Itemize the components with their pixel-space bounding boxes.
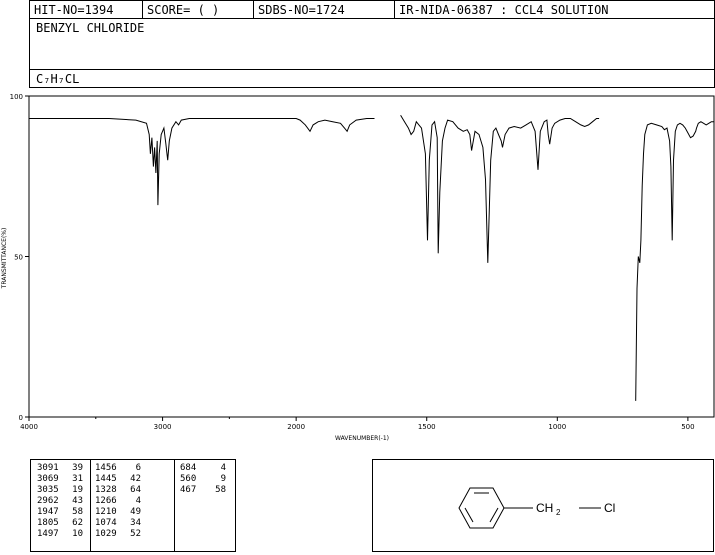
peak-row: 1074 34: [95, 518, 141, 529]
peak-row: 684 4: [180, 463, 226, 474]
x-axis-label: WAVENUMBER(-1): [335, 435, 389, 442]
peak-transmittance: 43: [72, 496, 83, 506]
peak-wavenumber: 1947: [37, 507, 59, 517]
x-tick-label-2000: 2000: [287, 423, 305, 431]
y-tick-label-0: 0: [19, 414, 23, 422]
peak-transmittance: 58: [72, 507, 83, 517]
peak-wavenumber: 560: [180, 474, 197, 484]
peak-transmittance: 34: [130, 518, 141, 528]
peak-row: 560 9: [180, 474, 226, 485]
x-tick-label-1500: 1500: [418, 423, 436, 431]
x-tick-label-1000: 1000: [548, 423, 566, 431]
peak-row: 3069 31: [37, 474, 83, 485]
peak-wavenumber: 1029: [95, 529, 117, 539]
x-tick-label-3000: 3000: [154, 423, 172, 431]
y-tick-label-100: 100: [10, 93, 23, 101]
peak-row: 1805 62: [37, 518, 83, 529]
peak-row: 1266 4: [95, 496, 141, 507]
spectrum-trace-2: [400, 115, 600, 263]
peak-transmittance: 10: [72, 529, 83, 539]
peak-transmittance: 42: [130, 474, 141, 484]
peak-wavenumber: 1266: [95, 496, 117, 506]
peak-column-2: 1456 6 1445 42 1328 64 1266 4 1210 49 1074 34 1029 52: [95, 463, 141, 540]
benzyl-chloride-structure: CH 2 Cl: [458, 487, 615, 529]
y-axis-label: TRANSMITTANCE(%): [1, 228, 8, 290]
peak-column-1: 3091 39 3069 31 3035 19 2962 43 1947 58 1805 62 1497…: [37, 463, 83, 540]
peak-row: 1456 6: [95, 463, 141, 474]
peak-transmittance: 19: [72, 485, 83, 495]
peak-transmittance: 64: [130, 485, 141, 495]
peak-wavenumber: 2962: [37, 496, 59, 506]
peak-transmittance: 4: [135, 496, 141, 506]
spectrum-trace-1: [29, 118, 375, 206]
peak-row: 1947 58: [37, 507, 83, 518]
structure-box: CH 2 Cl: [372, 459, 714, 552]
peak-row: 1445 42: [95, 474, 141, 485]
peak-wavenumber: 1328: [95, 485, 117, 495]
peak-row: 1497 10: [37, 529, 83, 540]
peak-transmittance: 39: [72, 463, 83, 473]
peak-divider-1: [90, 460, 91, 551]
peak-wavenumber: 1445: [95, 474, 117, 484]
y-axis: 100 50 0: [10, 93, 29, 422]
x-tick-label-500: 500: [681, 423, 694, 431]
cl-label: Cl: [604, 501, 615, 515]
peak-wavenumber: 684: [180, 463, 197, 473]
peak-wavenumber: 1805: [37, 518, 59, 528]
x-tick-label-4000: 4000: [20, 423, 38, 431]
y-tick-label-50: 50: [14, 254, 23, 262]
peak-row: 1328 64: [95, 485, 141, 496]
peak-wavenumber: 3035: [37, 485, 59, 495]
peak-column-3: 684 4 560 9 467 58: [180, 463, 226, 496]
peak-wavenumber: 1074: [95, 518, 117, 528]
peak-transmittance: 52: [130, 529, 141, 539]
plot-frame: [28, 95, 715, 418]
peak-wavenumber: 467: [180, 485, 197, 495]
peak-transmittance: 6: [135, 463, 141, 473]
peak-row: 3091 39: [37, 463, 83, 474]
peak-wavenumber: 1497: [37, 529, 59, 539]
peak-wavenumber: 3069: [37, 474, 59, 484]
peak-wavenumber: 3091: [37, 463, 59, 473]
peak-transmittance: 62: [72, 518, 83, 528]
ch2-subscript: 2: [556, 508, 561, 517]
peak-row: 1029 52: [95, 529, 141, 540]
ir-spectrum-chart: 100500 4000 3000 2000 1500 1000 500 TRANSMITT…: [1, 93, 715, 442]
ch2-label: CH: [536, 501, 553, 515]
peak-transmittance: 4: [220, 463, 226, 473]
peak-row: 3035 19: [37, 485, 83, 496]
peak-wavenumber: 1456: [95, 463, 117, 473]
spectrum-series: [29, 115, 714, 401]
peak-divider-2: [174, 460, 175, 551]
peak-row: 1210 49: [95, 507, 141, 518]
peak-table: 3091 39 3069 31 3035 19 2962 43 1947 58 1805 62 1497…: [30, 459, 236, 552]
peak-transmittance: 9: [220, 474, 226, 484]
peak-row: 2962 43: [37, 496, 83, 507]
spectrum-trace-3: [635, 121, 714, 401]
peak-transmittance: 58: [215, 485, 226, 495]
peak-transmittance: 49: [130, 507, 141, 517]
peak-wavenumber: 1210: [95, 507, 117, 517]
peak-row: 467 58: [180, 485, 226, 496]
peak-transmittance: 31: [72, 474, 83, 484]
x-axis: 4000 3000 2000 1500 1000 500: [20, 417, 695, 431]
